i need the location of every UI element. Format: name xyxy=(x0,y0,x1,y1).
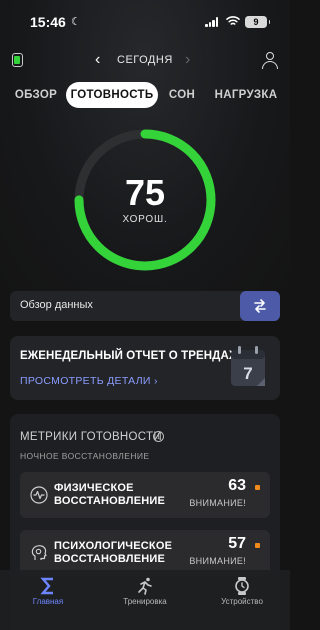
prev-day-button[interactable]: ‹ xyxy=(95,52,100,68)
status-time: 15:46 xyxy=(30,14,66,30)
view-details-link[interactable]: ПРОСМОТРЕТЬ ДЕТАЛИ › xyxy=(20,375,158,387)
runner-icon xyxy=(138,577,152,595)
nav-training-label: Тренировка xyxy=(123,597,167,606)
data-overview-row[interactable]: Обзор данных xyxy=(10,291,280,321)
readiness-score: 75 xyxy=(124,172,166,213)
metrics-subtitle: НОЧНОЕ ВОССТАНОВЛЕНИЕ xyxy=(20,451,150,461)
data-overview-label: Обзор данных xyxy=(20,299,93,311)
nav-home-label: Главная xyxy=(32,597,64,606)
metric-value: 57 xyxy=(228,535,246,552)
metrics-title: МЕТРИКИ ГОТОВНОСТИ xyxy=(20,431,162,443)
metric-label: ПСИХОЛОГИЧЕСКОЕ ВОССТАНОВЛЕНИЕ xyxy=(54,540,173,565)
tab-bar: ОБЗОР ГОТОВНОСТЬ СОН НАГРУЗКА xyxy=(0,82,290,108)
profile-icon[interactable] xyxy=(262,52,278,69)
warning-dot xyxy=(255,485,260,490)
swap-button[interactable] xyxy=(240,291,280,321)
warning-dot xyxy=(255,543,260,548)
battery-icon: 9 xyxy=(245,16,270,28)
signal-icon xyxy=(205,17,219,27)
device-watch-icon[interactable] xyxy=(12,53,23,67)
metric-physical-recovery[interactable]: ФИЗИЧЕСКОЕ ВОССТАНОВЛЕНИЕ 63 ВНИМАНИЕ! xyxy=(20,472,270,518)
weekly-trend-card[interactable]: ЕЖЕНЕДЕЛЬНЫЙ ОТЧЕТ О ТРЕНДАХ ПРОСМОТРЕТЬ… xyxy=(10,336,280,400)
nav-device[interactable]: Устройство xyxy=(194,570,290,630)
metric-status: ВНИМАНИЕ! xyxy=(189,556,246,566)
swap-icon xyxy=(254,299,266,313)
wifi-icon xyxy=(226,16,240,25)
readiness-label: ХОРОШ. xyxy=(122,214,168,225)
date-label: СЕГОДНЯ xyxy=(117,54,173,66)
calendar-icon: 7 xyxy=(231,346,265,386)
status-bar: 15:46 ☾ 9 xyxy=(0,0,290,44)
calendar-day: 7 xyxy=(243,364,252,383)
watch-icon xyxy=(235,577,249,595)
nav-home[interactable]: Главная xyxy=(0,570,96,630)
metric-value: 63 xyxy=(228,477,246,494)
sigma-icon xyxy=(40,577,53,595)
tab-overview[interactable]: ОБЗОР xyxy=(10,82,62,108)
tab-load[interactable]: НАГРУЗКА xyxy=(208,82,284,108)
nav-device-label: Устройство xyxy=(221,597,263,606)
weekly-trend-title: ЕЖЕНЕДЕЛЬНЫЙ ОТЧЕТ О ТРЕНДАХ xyxy=(20,350,237,362)
date-navigator: ‹ СЕГОДНЯ › xyxy=(95,52,195,70)
bottom-navigation: Главная Тренировка Устройство xyxy=(0,570,290,630)
moon-icon: ☾ xyxy=(71,16,81,28)
metric-label: ФИЗИЧЕСКОЕ ВОССТАНОВЛЕНИЕ xyxy=(54,482,166,507)
tab-readiness[interactable]: ГОТОВНОСТЬ xyxy=(66,82,158,108)
tab-sleep[interactable]: СОН xyxy=(162,82,202,108)
info-icon[interactable]: i xyxy=(153,431,164,442)
nav-training[interactable]: Тренировка xyxy=(97,570,193,630)
metric-status: ВНИМАНИЕ! xyxy=(189,498,246,508)
brain-icon xyxy=(31,545,47,560)
next-day-button[interactable]: › xyxy=(185,52,190,68)
pulse-icon xyxy=(30,486,48,504)
